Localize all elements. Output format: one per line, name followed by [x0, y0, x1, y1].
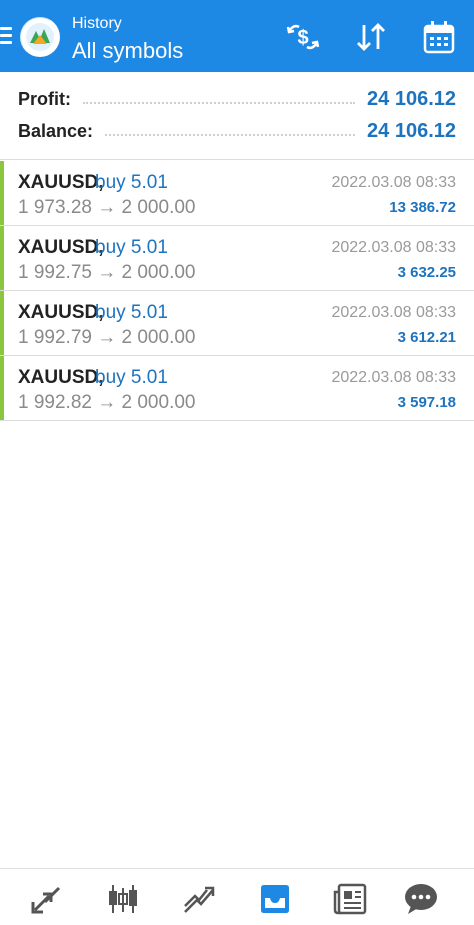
menu-icon[interactable]	[0, 27, 14, 45]
buy-indicator	[0, 291, 4, 355]
deal-row[interactable]: XAUUSD, buy 5.01 1 992.75 → 2 000.00 202…	[0, 226, 474, 291]
deal-profit: 3 632.25	[397, 264, 456, 281]
buy-indicator	[0, 226, 4, 290]
currency-exchange-icon[interactable]: $	[284, 18, 322, 56]
news-icon[interactable]	[329, 879, 373, 919]
history-icon[interactable]	[253, 879, 297, 919]
deal-time: 2022.03.08 08:33	[331, 174, 456, 191]
balance-label: Balance:	[18, 120, 94, 141]
svg-text:$: $	[297, 27, 308, 49]
screen-title[interactable]: All symbols	[72, 38, 183, 64]
balance-row: Balance: 24 106.12	[18, 118, 456, 144]
metatrader-logo-icon	[20, 17, 60, 57]
balance-value: 24 106.12	[367, 119, 456, 142]
app-bar: History All symbols $	[0, 0, 474, 72]
deal-time: 2022.03.08 08:33	[331, 304, 456, 321]
deal-row[interactable]: XAUUSD, buy 5.01 1 992.79 → 2 000.00 202…	[0, 291, 474, 356]
sort-icon[interactable]	[352, 18, 390, 56]
deal-direction: buy 5.01	[95, 367, 168, 388]
account-summary: Profit: 24 106.12 Balance: 24 106.12	[0, 72, 474, 160]
deal-row[interactable]: XAUUSD, buy 5.01 1 973.28 → 2 000.00 202…	[0, 161, 474, 226]
deal-prices: 1 973.28 → 2 000.00	[18, 197, 196, 218]
deal-profit: 3 597.18	[397, 394, 456, 411]
buy-indicator	[0, 356, 4, 420]
deal-row[interactable]: XAUUSD, buy 5.01 1 992.82 → 2 000.00 202…	[0, 356, 474, 421]
deal-profit: 3 612.21	[397, 329, 456, 346]
deal-prices: 1 992.75 → 2 000.00	[18, 262, 196, 283]
profit-row: Profit: 24 106.12	[18, 86, 456, 112]
deal-symbol: XAUUSD,	[18, 237, 104, 258]
chat-icon[interactable]	[399, 879, 443, 919]
deal-profit: 13 386.72	[389, 199, 456, 216]
deal-direction: buy 5.01	[95, 172, 168, 193]
bottom-navigation	[0, 868, 474, 925]
deal-prices: 1 992.82 → 2 000.00	[18, 392, 196, 413]
deal-symbol: XAUUSD,	[18, 302, 104, 323]
screen-subtitle: History	[72, 15, 122, 32]
deal-time: 2022.03.08 08:33	[331, 369, 456, 386]
deal-direction: buy 5.01	[95, 302, 168, 323]
profit-label: Profit:	[18, 88, 71, 109]
deal-symbol: XAUUSD,	[18, 367, 104, 388]
dotted-leader	[105, 134, 356, 136]
trade-icon[interactable]	[177, 879, 221, 919]
profit-value: 24 106.12	[367, 87, 456, 110]
buy-indicator	[0, 161, 4, 225]
deal-direction: buy 5.01	[95, 237, 168, 258]
calendar-icon[interactable]	[420, 18, 458, 56]
deal-time: 2022.03.08 08:33	[331, 239, 456, 256]
chart-icon[interactable]	[101, 879, 145, 919]
quotes-icon[interactable]	[25, 879, 69, 919]
deal-symbol: XAUUSD,	[18, 172, 104, 193]
deal-prices: 1 992.79 → 2 000.00	[18, 327, 196, 348]
dotted-leader	[83, 102, 356, 104]
